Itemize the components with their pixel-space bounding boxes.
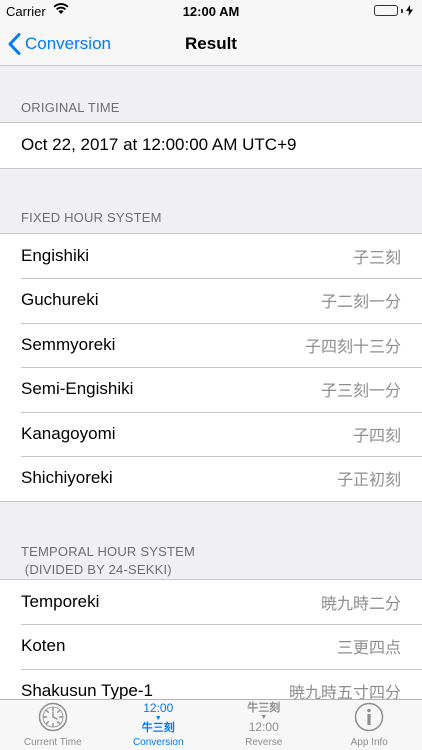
list-item: Guchureki 子二刻一分 bbox=[0, 278, 422, 323]
battery-icon bbox=[374, 5, 413, 16]
icon-time-text: 12:00 bbox=[143, 701, 174, 715]
row-label: Koten bbox=[21, 636, 66, 656]
reverse-icon: 牛三刻 ▼ 12:00 bbox=[211, 702, 317, 734]
list-item: Engishiki 子三刻 bbox=[0, 234, 422, 279]
icon-kanji-text: 牛三刻 bbox=[141, 721, 175, 734]
list-item: Shakusun Type-1 暁九時五寸四分 bbox=[0, 668, 422, 699]
info-icon bbox=[317, 702, 422, 732]
row-value: 暁九時五寸四分 bbox=[288, 682, 401, 699]
list-item: Semmyoreki 子四刻十三分 bbox=[0, 322, 422, 368]
row-label: Shakusun Type-1 bbox=[21, 680, 153, 699]
status-bar: Carrier 12:00 AM bbox=[0, 0, 422, 22]
list-item: Shichiyoreki 子正初刻 bbox=[0, 456, 422, 501]
tab-app-info[interactable]: App Info bbox=[317, 700, 422, 750]
list-item: Temporeki 暁九時二分 bbox=[0, 580, 422, 625]
status-time: 12:00 AM bbox=[182, 4, 240, 19]
navigation-bar: Conversion Result bbox=[0, 22, 422, 66]
row-label: Guchureki bbox=[21, 290, 99, 310]
tab-label: Reverse bbox=[245, 737, 283, 748]
row-value: 子四刻 bbox=[352, 425, 401, 445]
row-label: Shichiyoreki bbox=[21, 468, 113, 488]
row-value: 子三刻一分 bbox=[320, 381, 401, 401]
charging-icon bbox=[406, 5, 413, 16]
row-label: Semi-Engishiki bbox=[21, 379, 134, 399]
row-value: 三更四点 bbox=[336, 638, 401, 658]
temporal-header-line1: TEMPORAL HOUR SYSTEM bbox=[21, 543, 195, 559]
icon-time-text: 12:00 bbox=[248, 720, 279, 734]
row-label: Temporeki bbox=[21, 591, 100, 611]
row-value: 子三刻 bbox=[352, 247, 401, 267]
result-list[interactable]: ORIGINAL TIME Oct 22, 2017 at 12:00:00 A… bbox=[0, 67, 422, 699]
page-title: Result bbox=[185, 34, 237, 53]
row-label: Kanagoyomi bbox=[21, 423, 116, 443]
tab-conversion[interactable]: 12:00 ▼ 牛三刻 Conversion bbox=[106, 700, 212, 750]
tab-reverse[interactable]: 牛三刻 ▼ 12:00 Reverse bbox=[211, 700, 317, 750]
row-value: 子正初刻 bbox=[336, 470, 401, 490]
tab-bar: Current Time 12:00 ▼ 牛三刻 Conversion 牛三刻 … bbox=[0, 699, 422, 750]
temporal-hour-group: Temporeki 暁九時二分 Koten 三更四点 Shakusun Type… bbox=[0, 578, 422, 699]
original-time-row: Oct 22, 2017 at 12:00:00 AM UTC+9 bbox=[0, 123, 422, 168]
original-time-group: Oct 22, 2017 at 12:00:00 AM UTC+9 bbox=[0, 122, 422, 169]
row-value: 子二刻一分 bbox=[320, 292, 401, 312]
row-label: Engishiki bbox=[21, 245, 90, 265]
temporal-hour-header: TEMPORAL HOUR SYSTEM (DIVIDED BY 24-SEKK… bbox=[0, 502, 422, 579]
original-time-value: Oct 22, 2017 at 12:00:00 AM UTC+9 bbox=[21, 135, 297, 155]
row-value: 暁九時二分 bbox=[320, 593, 401, 613]
list-item: Semi-Engishiki 子三刻一分 bbox=[0, 367, 422, 412]
clock-icon bbox=[0, 702, 106, 732]
tab-current-time[interactable]: Current Time bbox=[0, 700, 106, 750]
tab-label: Current Time bbox=[23, 737, 82, 748]
fixed-hour-group: Engishiki 子三刻 Guchureki 子二刻一分 Semmyoreki… bbox=[0, 232, 422, 502]
list-item: Koten 三更四点 bbox=[0, 624, 422, 669]
original-time-header: ORIGINAL TIME bbox=[21, 100, 120, 115]
temporal-header-line2: (DIVIDED BY 24-SEKKI) bbox=[21, 561, 172, 577]
list-item: Kanagoyomi 子四刻 bbox=[0, 411, 422, 457]
conversion-icon: 12:00 ▼ 牛三刻 bbox=[106, 702, 212, 734]
tab-label: App Info bbox=[350, 737, 388, 748]
tab-label: Conversion bbox=[132, 737, 184, 748]
row-value: 子四刻十三分 bbox=[304, 336, 401, 356]
icon-kanji-text: 牛三刻 bbox=[247, 701, 281, 714]
row-label: Semmyoreki bbox=[21, 334, 116, 354]
fixed-hour-header: FIXED HOUR SYSTEM bbox=[21, 209, 162, 225]
